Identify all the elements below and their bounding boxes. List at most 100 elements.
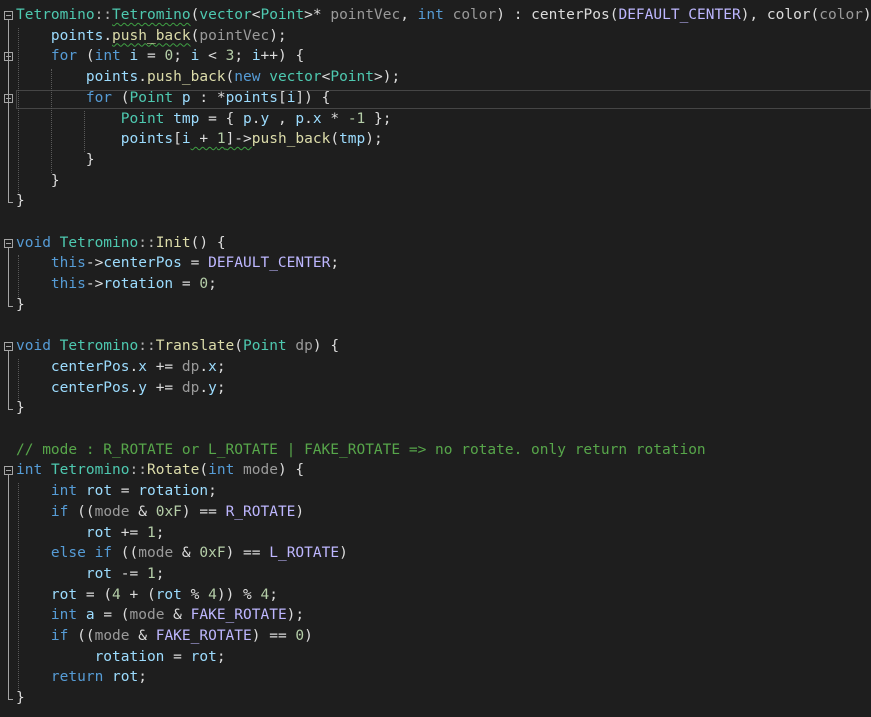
fold-collapse-icon[interactable] (4, 238, 13, 248)
code-token: , (400, 7, 418, 23)
code-line[interactable]: } (0, 688, 871, 709)
code-editor[interactable]: Tetromino::Tetromino(vector<Point>* poin… (0, 0, 871, 717)
code-token: & (129, 503, 156, 520)
code-line[interactable]: for (int i = 0; i < 3; i++) { (0, 46, 871, 67)
code-line[interactable]: // mode : R_ROTATE or L_ROTATE | FAKE_RO… (0, 440, 871, 461)
code-token: if (50, 503, 69, 520)
code-token: -1 (347, 110, 366, 127)
code-token: int (50, 483, 78, 500)
code-line[interactable] (0, 419, 871, 440)
code-line[interactable]: int Tetromino::Rotate(int mode) { (0, 460, 871, 481)
code-token: ]-> (225, 131, 252, 148)
code-token: 0 (199, 276, 209, 293)
fold-collapse-icon[interactable] (4, 342, 13, 352)
code-line[interactable]: points[i + 1]->push_back(tmp); (0, 129, 871, 150)
code-token: x (208, 358, 217, 375)
code-line[interactable]: void Tetromino::Init() { (0, 233, 871, 254)
code-token: ; (216, 379, 226, 396)
code-line[interactable]: } (0, 171, 871, 192)
code-token: . (103, 27, 113, 44)
code-token: } (16, 690, 25, 707)
code-token: ); (286, 607, 305, 624)
code-token: + ( (120, 586, 156, 603)
code-line[interactable]: } (0, 398, 871, 419)
code-line[interactable]: centerPos.y += dp.y; (0, 378, 871, 399)
code-line[interactable]: int a = (mode & FAKE_ROTATE); (0, 605, 871, 626)
code-line[interactable]: rot += 1; (0, 523, 871, 544)
code-line[interactable]: rot = (4 + (rot % 4)) % 4; (0, 585, 871, 606)
code-token: ++) { (260, 48, 305, 65)
code-token: rot (50, 586, 78, 603)
code-token: pointVec (199, 27, 270, 44)
code-token: for (85, 89, 113, 106)
code-line[interactable]: Tetromino::Tetromino(vector<Point>* poin… (0, 5, 871, 26)
code-text: rot += 1; (16, 523, 165, 544)
code-line[interactable]: void Tetromino::Translate(Point dp) { (0, 336, 871, 357)
code-line[interactable]: else if ((mode & 0xF) == L_ROTATE) (0, 543, 871, 564)
code-text: rot = (4 + (rot % 4)) % 4; (16, 585, 278, 606)
code-line[interactable]: this->centerPos = DEFAULT_CENTER; (0, 253, 871, 274)
fold-collapse-icon[interactable] (4, 466, 13, 476)
code-line[interactable]: centerPos.x += dp.x; (0, 357, 871, 378)
code-token: FAKE_ROTATE (155, 628, 252, 644)
code-line[interactable]: rot -= 1; (0, 564, 871, 585)
code-token: ) : centerPos( (496, 7, 619, 23)
code-line[interactable]: rotation = rot; (0, 647, 871, 668)
code-token: rot (85, 524, 113, 541)
code-token: y (138, 379, 147, 396)
code-token: . (304, 110, 313, 127)
code-token: & (129, 628, 156, 644)
code-line[interactable] (0, 212, 871, 233)
code-token: push_back (146, 69, 226, 86)
code-token: vector (199, 7, 252, 23)
code-text: } (16, 171, 60, 192)
code-token: 0xF (155, 503, 182, 520)
code-line[interactable]: points.push_back(new vector<Point>); (0, 67, 871, 88)
code-token: // mode : R_ROTATE or L_ROTATE | FAKE_RO… (16, 441, 706, 458)
code-line[interactable]: if ((mode & 0xF) == R_ROTATE) (0, 502, 871, 523)
code-token: 1 (146, 524, 156, 541)
code-line[interactable]: } (0, 191, 871, 212)
code-line[interactable]: if ((mode & FAKE_ROTATE) == 0) (0, 626, 871, 647)
code-token: ( (77, 48, 95, 65)
code-token: rot (85, 565, 113, 582)
fold-collapse-icon[interactable] (4, 11, 13, 20)
code-text: void Tetromino::Init() { (16, 233, 226, 254)
fold-region-end (8, 202, 13, 204)
code-token: mode (94, 628, 130, 644)
code-line[interactable] (0, 316, 871, 337)
code-text: } (16, 398, 25, 419)
code-token: push_back (251, 131, 331, 148)
code-token: . (129, 379, 139, 396)
code-line[interactable]: Point tmp = { p.y , p.x * -1 }; (0, 109, 871, 130)
code-token: p (243, 110, 252, 127)
code-line[interactable]: int rot = rotation; (0, 481, 871, 502)
code-line[interactable]: } (0, 295, 871, 316)
code-line[interactable]: for (Point p : *points[i]) { (0, 88, 871, 109)
code-token: ; (173, 48, 191, 65)
code-line[interactable]: points.push_back(pointVec); (0, 26, 871, 47)
code-line[interactable]: } (0, 150, 871, 171)
code-line[interactable]: this->rotation = 0; (0, 274, 871, 295)
code-token: ); (269, 27, 287, 44)
indent-guide (51, 69, 52, 173)
code-token: 0 (164, 48, 174, 65)
fold-region-line (8, 20, 9, 203)
code-token: } (16, 296, 25, 313)
code-text: Tetromino::Tetromino(vector<Point>* poin… (16, 5, 871, 26)
indent-guide (18, 358, 19, 401)
code-line[interactable]: return rot; (0, 667, 871, 688)
code-token: ( (112, 89, 130, 106)
code-token: ; (330, 255, 340, 272)
code-text: points[i + 1]->push_back(tmp); (16, 129, 383, 150)
code-token: = { (199, 110, 244, 127)
code-text: // mode : R_ROTATE or L_ROTATE | FAKE_RO… (16, 440, 706, 461)
